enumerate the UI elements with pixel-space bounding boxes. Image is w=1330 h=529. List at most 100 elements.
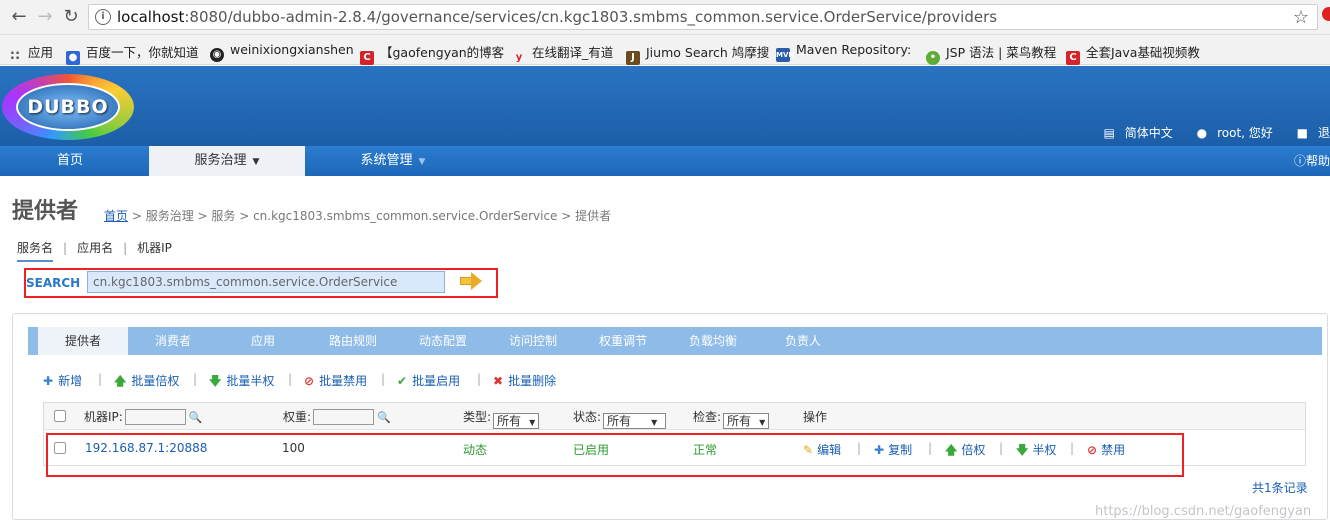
- breadcrumb-home[interactable]: 首页: [104, 209, 128, 223]
- tab-access-control[interactable]: 访问控制: [488, 327, 578, 355]
- jiumo-icon: J: [626, 51, 640, 65]
- double-weight-button[interactable]: 🡅 倍权: [945, 441, 985, 462]
- nav-governance[interactable]: 服务治理 ▼: [149, 146, 305, 176]
- language-switch[interactable]: ▤ 简体中文: [1093, 126, 1172, 140]
- apps-grid-icon: ∷: [10, 49, 20, 64]
- extension-icon[interactable]: [1322, 7, 1330, 21]
- check-filter-select[interactable]: 所有 ▼: [723, 413, 770, 429]
- batch-enable-button[interactable]: ✔ 批量启用: [397, 372, 460, 389]
- tab-load-balance[interactable]: 负载均衡: [668, 327, 758, 355]
- batch-disable-button[interactable]: ⊘ 批量禁用: [304, 372, 367, 389]
- provider-type: 动态: [463, 443, 488, 457]
- disable-button[interactable]: ⊘ 禁用: [1087, 441, 1125, 458]
- tab-providers[interactable]: 提供者: [38, 327, 128, 355]
- bookmark-baidu[interactable]: ● 百度一下，你就知道: [66, 42, 199, 65]
- bookmark-maven[interactable]: MVN Maven Repository:: [776, 42, 911, 62]
- arrow-down-icon: 🡇: [209, 374, 222, 388]
- search-type-tabs: 服务名 | 应用名 | 机器IP: [17, 239, 172, 262]
- batch-double-weight-button[interactable]: 🡅 批量倍权: [114, 372, 179, 393]
- bookmark-apps[interactable]: ∷ 应用: [8, 42, 53, 64]
- page-title: 提供者: [12, 199, 79, 224]
- info-icon[interactable]: i: [95, 9, 111, 25]
- batch-half-weight-button[interactable]: 🡇 批量半权: [209, 372, 274, 393]
- help-link[interactable]: ⓘ帮助: [1294, 146, 1330, 176]
- help-icon: ⓘ: [1293, 154, 1306, 168]
- bookmarks-bar: ∷ 应用 ● 百度一下，你就知道 ◉ weinixiongxianshen C 【gao…: [0, 35, 1330, 65]
- bookmark-csdn-blog[interactable]: C 【gaofengyan的博客: [360, 42, 504, 65]
- baidu-paw-icon: ●: [66, 51, 80, 65]
- caret-down-icon: ▼: [252, 157, 260, 167]
- search-icon[interactable]: 🔍: [189, 411, 203, 424]
- tab-routes[interactable]: 路由规则: [308, 327, 398, 355]
- url-text[interactable]: localhost:8080/dubbo-admin-2.8.4/governa…: [117, 8, 997, 26]
- document-icon: ▤: [1103, 126, 1115, 140]
- ban-icon: ⊘: [304, 374, 315, 388]
- cross-icon: ✖: [493, 374, 504, 388]
- tab-dynamic-config[interactable]: 动态配置: [398, 327, 488, 355]
- bookmark-java-video[interactable]: C 全套Java基础视频教: [1066, 42, 1200, 65]
- provider-weight: 100: [282, 441, 305, 455]
- check-icon: ✔: [397, 374, 408, 388]
- edit-button[interactable]: ✎ 编辑: [803, 441, 841, 458]
- back-icon[interactable]: ←: [8, 6, 30, 28]
- table-header: 机器IP: 🔍 权重: 🔍 类型: 所有 ▼ 状态: 所有 ▼ 检查: 所有 ▼ 操作: [44, 403, 1305, 430]
- half-weight-button[interactable]: 🡇 半权: [1016, 441, 1056, 462]
- provider-address-link[interactable]: 192.168.87.1:20888: [85, 441, 207, 455]
- weight-filter-input[interactable]: [313, 409, 375, 425]
- search-label: SEARCH: [26, 276, 81, 290]
- ip-filter-input[interactable]: [124, 409, 186, 425]
- dubbo-logo: DUBBO: [2, 74, 134, 140]
- csdn-icon: C: [360, 51, 374, 65]
- breadcrumb: 首页 > 服务治理 > 服务 > cn.kgc1803.smbms_common…: [104, 209, 612, 223]
- search-input[interactable]: [87, 271, 445, 293]
- arrow-up-icon: 🡅: [114, 374, 127, 388]
- caret-down-icon: ▼: [529, 418, 536, 427]
- main-nav: 首页 服务治理 ▼ 系统管理 ▼ ⓘ帮助: [0, 146, 1330, 176]
- header-status: 状态: 所有 ▼: [573, 408, 667, 429]
- header-ip: 机器IP: 🔍: [84, 409, 203, 425]
- youdao-icon: y: [515, 52, 523, 63]
- browser-address-bar: ← → ↻ i localhost:8080/dubbo-admin-2.8.4…: [0, 0, 1330, 35]
- bookmark-jiumo[interactable]: J Jiumo Search 鸠摩搜: [626, 42, 769, 65]
- bookmark-star-icon[interactable]: ☆: [1293, 7, 1309, 28]
- app-header: DUBBO ▤ 简体中文 ● root, 您好 ■ 退: [0, 66, 1330, 146]
- tab-applications[interactable]: 应用: [218, 327, 308, 355]
- add-button[interactable]: ✚ 新增: [43, 372, 82, 389]
- search-arrow-icon[interactable]: [460, 272, 482, 290]
- logout-link[interactable]: ■ 退: [1287, 126, 1330, 140]
- github-icon: ◉: [210, 48, 224, 62]
- bookmark-youdao[interactable]: y 在线翻译_有道: [512, 42, 614, 65]
- csdn-icon: C: [1066, 51, 1080, 65]
- subtab-app-name[interactable]: 应用名: [77, 239, 113, 256]
- subtab-machine-ip[interactable]: 机器IP: [137, 239, 172, 256]
- provider-check: 正常: [693, 443, 718, 457]
- bookmark-github[interactable]: ◉ weinixiongxianshen: [210, 42, 354, 62]
- nav-home[interactable]: 首页: [0, 146, 140, 176]
- arrow-up-icon: 🡅: [945, 443, 958, 457]
- row-checkbox[interactable]: [54, 442, 66, 454]
- reload-icon[interactable]: ↻: [60, 6, 82, 28]
- select-all-checkbox[interactable]: [54, 410, 66, 422]
- url-bar[interactable]: i localhost:8080/dubbo-admin-2.8.4/gover…: [88, 4, 1318, 30]
- table-row: [46, 433, 1184, 477]
- type-filter-select[interactable]: 所有 ▼: [493, 413, 540, 429]
- arrow-down-icon: 🡇: [1016, 443, 1029, 457]
- forward-icon[interactable]: →: [34, 6, 56, 28]
- plus-icon: ✚: [874, 443, 885, 457]
- tab-weights[interactable]: 权重调节: [578, 327, 668, 355]
- search-icon[interactable]: 🔍: [377, 411, 391, 424]
- nav-system[interactable]: 系统管理 ▼: [318, 146, 468, 176]
- bookmark-runoob[interactable]: • JSP 语法 | 菜鸟教程: [926, 42, 1056, 65]
- header-operations: 操作: [803, 410, 828, 424]
- tab-consumers[interactable]: 消费者: [128, 327, 218, 355]
- status-filter-select[interactable]: 所有 ▼: [603, 413, 667, 429]
- header-type: 类型: 所有 ▼: [463, 408, 540, 429]
- user-icon: ●: [1196, 126, 1208, 140]
- tab-owners[interactable]: 负责人: [758, 327, 848, 355]
- record-count: 共1条记录: [1252, 481, 1308, 495]
- runoob-icon: •: [926, 51, 940, 65]
- copy-button[interactable]: ✚ 复制: [874, 441, 912, 458]
- subtab-service-name[interactable]: 服务名: [17, 239, 54, 262]
- batch-delete-button[interactable]: ✖ 批量删除: [493, 372, 556, 389]
- caret-down-icon: ▼: [759, 418, 766, 427]
